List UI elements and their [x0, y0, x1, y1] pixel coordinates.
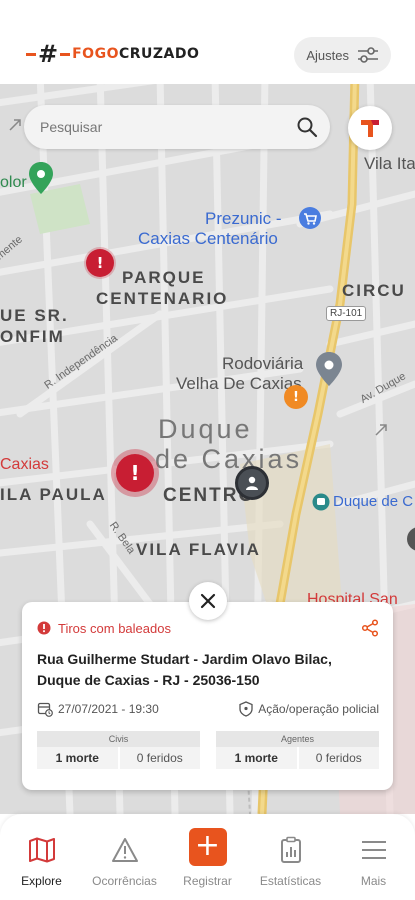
nav-label: Registrar — [183, 874, 232, 888]
shopping-cart-icon — [299, 207, 321, 229]
highway-shield: RJ-101 — [326, 306, 367, 321]
settings-button[interactable]: Ajustes — [294, 37, 391, 73]
poi-label: Vila Itan — [364, 154, 415, 173]
app-header: # FOGOCRUZADO Ajustes — [0, 0, 415, 84]
search-icon[interactable] — [296, 116, 318, 138]
nav-label: Estatísticas — [259, 874, 322, 888]
nav-label: Ocorrências — [92, 874, 157, 888]
train-station-icon — [312, 493, 330, 511]
logo-cruzado: CRUZADO — [118, 46, 200, 62]
poi-label: Velha De Caxias — [176, 374, 302, 393]
settings-label: Ajustes — [306, 47, 349, 63]
nav-label: Mais — [360, 874, 387, 888]
district-label: VILA FLAVIA — [136, 540, 261, 559]
incident-meta: 27/07/2021 - 19:30 Ação/operação policia… — [37, 701, 379, 717]
civilians-stats: Civis 1 morte 0 feridos — [37, 731, 200, 769]
agents-stats: Agentes 1 morte 0 feridos — [216, 731, 379, 769]
casualty-stats: Civis 1 morte 0 feridos Agentes 1 morte … — [37, 731, 379, 769]
deaths-count: 1 morte — [37, 747, 120, 769]
stats-icon — [280, 836, 301, 863]
search-input[interactable] — [40, 119, 296, 135]
police-badge-icon — [239, 701, 253, 717]
search-bar[interactable] — [24, 105, 330, 149]
nav-explore[interactable]: Explore — [0, 814, 83, 900]
fogo-cruzado-logo: # FOGOCRUZADO — [24, 40, 199, 68]
card-header: Tiros com baleados — [37, 619, 379, 637]
bottom-nav: Explore Ocorrências + Registrar Estatíst… — [0, 814, 415, 900]
menu-icon — [361, 841, 386, 859]
nav-estatisticas[interactable]: Estatísticas — [249, 814, 332, 900]
share-icon[interactable] — [361, 619, 379, 637]
district-label: CENTENARIO — [96, 289, 229, 308]
poi-label: Rodoviária — [222, 354, 304, 373]
incident-marker[interactable]: ! — [284, 385, 308, 409]
injured-count: 0 feridos — [298, 747, 379, 769]
person-icon — [246, 476, 258, 490]
one-way-arrow-icon — [9, 119, 21, 131]
poi-label: Caxias — [0, 456, 49, 473]
close-card-button[interactable] — [189, 582, 227, 620]
logo-text: FOGOCRUZADO — [72, 46, 199, 62]
incident-operation: Ação/operação policial — [239, 701, 379, 717]
incident-datetime: 27/07/2021 - 19:30 — [37, 701, 159, 717]
stat-values: 1 morte 0 feridos — [216, 747, 379, 769]
close-icon — [200, 593, 216, 609]
nav-mais[interactable]: Mais — [332, 814, 415, 900]
logo-fogo: FOGO — [72, 46, 119, 62]
district-label: UE SR. — [0, 306, 69, 325]
city-label: Duque — [158, 414, 253, 444]
district-label: ONFIM — [0, 327, 65, 346]
deaths-count: 1 morte — [216, 747, 299, 769]
district-label: ILA PAULA — [0, 485, 107, 504]
app-root: # FOGOCRUZADO Ajustes PARQUE CENTENARIO … — [0, 0, 415, 900]
incident-address: Rua Guilherme Studart - Jardim Olavo Bil… — [37, 649, 379, 691]
district-label: PARQUE — [122, 268, 206, 287]
district-label: CIRCU — [342, 281, 406, 300]
map-icon — [28, 837, 55, 863]
park-pin-icon — [29, 162, 53, 194]
address-line: Duque de Caxias - RJ - 25036-150 — [37, 672, 260, 688]
logo-dash — [26, 52, 36, 56]
stat-values: 1 morte 0 feridos — [37, 747, 200, 769]
layers-button[interactable] — [348, 106, 392, 150]
calendar-clock-icon — [37, 702, 53, 717]
sliders-icon — [358, 47, 378, 63]
hash-icon: # — [38, 40, 59, 68]
incident-type: Tiros com baleados — [37, 621, 171, 636]
city-label: de Caxias — [155, 444, 303, 474]
plus-icon: + — [188, 828, 227, 866]
poi-label: olor — [0, 174, 27, 191]
stat-header: Civis — [37, 731, 200, 747]
poi-label: Duque de C — [333, 493, 414, 510]
incident-marker[interactable]: ! — [86, 249, 114, 277]
bus-station-pin-icon — [316, 352, 342, 386]
one-way-arrow-icon — [375, 424, 387, 436]
incident-card[interactable]: Tiros com baleados Rua Guilherme Studart… — [22, 602, 393, 790]
agent-marker[interactable] — [235, 466, 269, 500]
injured-count: 0 feridos — [119, 747, 200, 769]
warning-icon — [111, 838, 138, 862]
alert-icon — [37, 621, 51, 635]
poi-label: Caxias Centenário — [138, 229, 278, 248]
poi-label: Prezunic - — [205, 209, 282, 228]
nav-registrar[interactable]: + Registrar — [166, 814, 249, 900]
stat-header: Agentes — [216, 731, 379, 747]
datetime-text: 27/07/2021 - 19:30 — [58, 702, 159, 716]
nav-ocorrencias[interactable]: Ocorrências — [83, 814, 166, 900]
operation-text: Ação/operação policial — [258, 702, 379, 716]
nav-label: Explore — [21, 874, 62, 888]
logo-dash — [60, 52, 71, 56]
incident-type-label: Tiros com baleados — [58, 620, 171, 636]
address-line: Rua Guilherme Studart - Jardim Olavo Bil… — [37, 651, 332, 667]
incident-marker-selected[interactable]: ! — [116, 454, 154, 492]
fogo-cruzado-emblem-icon — [361, 120, 379, 137]
